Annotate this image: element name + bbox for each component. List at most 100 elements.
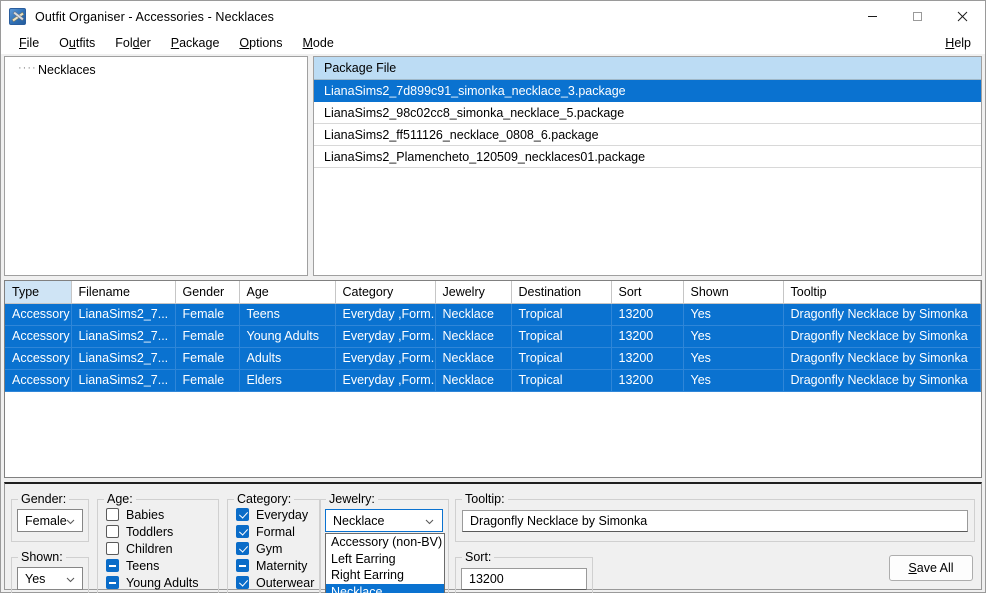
tree-item-necklaces[interactable]: ···· Necklaces (8, 61, 304, 78)
cell-jewelry[interactable]: Necklace (435, 325, 512, 348)
maximize-icon[interactable] (895, 1, 940, 32)
checkbox-label: Outerwear (256, 575, 315, 590)
menu-item-options[interactable]: Options (229, 34, 292, 52)
sort-group: Sort: 13200 (455, 550, 593, 593)
cell-gender[interactable]: Female (175, 369, 240, 392)
cell-filename[interactable]: LianaSims2_7... (71, 325, 176, 348)
cell-destination[interactable]: Tropical (511, 347, 612, 370)
column-header-age[interactable]: Age (239, 281, 336, 304)
cell-shown[interactable]: Yes (683, 347, 784, 370)
column-header-category[interactable]: Category (335, 281, 436, 304)
cell-sort[interactable]: 13200 (611, 303, 684, 326)
folder-tree-panel[interactable]: ···· Necklaces (4, 56, 308, 276)
dropdown-option[interactable]: Necklace (326, 583, 444, 593)
checkbox-category-maternity[interactable]: Maternity (236, 557, 320, 574)
cell-tooltip[interactable]: Dragonfly Necklace by Simonka (783, 369, 981, 392)
jewelry-dropdown-list[interactable]: Accessory (non-BV) Left Earring Right Ea… (325, 533, 445, 593)
menu-item-file[interactable]: File (9, 34, 49, 52)
column-header-shown[interactable]: Shown (683, 281, 784, 304)
table-row[interactable]: Accessory LianaSims2_7... Female Adults … (5, 347, 981, 370)
cell-shown[interactable]: Yes (683, 369, 784, 392)
checkbox-age-young-adults[interactable]: Young Adults (106, 574, 218, 591)
table-row[interactable]: Accessory LianaSims2_7... Female Young A… (5, 325, 981, 348)
cell-sort[interactable]: 13200 (611, 325, 684, 348)
cell-category[interactable]: Everyday ,Form... (335, 325, 436, 348)
title-bar: Outfit Organiser - Accessories - Necklac… (1, 1, 985, 32)
outfit-data-grid[interactable]: Type Filename Gender Age Category Jewelr… (4, 280, 982, 478)
checkbox-label: Maternity (256, 558, 308, 573)
cell-age[interactable]: Teens (239, 303, 336, 326)
dropdown-option[interactable]: Accessory (non-BV) (326, 534, 444, 551)
checkbox-age-babies[interactable]: Babies (106, 506, 218, 523)
minimize-icon[interactable] (850, 1, 895, 32)
cell-jewelry[interactable]: Necklace (435, 303, 512, 326)
cell-destination[interactable]: Tropical (511, 325, 612, 348)
list-item[interactable]: LianaSims2_Plamencheto_120509_necklaces0… (314, 146, 981, 168)
sort-input[interactable]: 13200 (461, 568, 587, 590)
list-item[interactable]: LianaSims2_ff511126_necklace_0808_6.pack… (314, 124, 981, 146)
cell-category[interactable]: Everyday ,Form... (335, 369, 436, 392)
cell-type[interactable]: Accessory (5, 347, 72, 370)
cell-age[interactable]: Elders (239, 369, 336, 392)
checkbox-category-everyday[interactable]: Everyday (236, 506, 320, 523)
menu-item-folder[interactable]: Folder (105, 34, 160, 52)
checkbox-age-children[interactable]: Children (106, 540, 218, 557)
cell-destination[interactable]: Tropical (511, 303, 612, 326)
cell-category[interactable]: Everyday ,Form... (335, 347, 436, 370)
cell-gender[interactable]: Female (175, 347, 240, 370)
chevron-down-icon (66, 514, 75, 528)
cell-shown[interactable]: Yes (683, 303, 784, 326)
table-row[interactable]: Accessory LianaSims2_7... Female Elders … (5, 369, 981, 392)
cell-sort[interactable]: 13200 (611, 347, 684, 370)
cell-type[interactable]: Accessory (5, 369, 72, 392)
cell-shown[interactable]: Yes (683, 325, 784, 348)
column-header-type[interactable]: Type (5, 281, 72, 304)
save-all-button[interactable]: Save All (889, 555, 973, 581)
checkbox-age-teens[interactable]: Teens (106, 557, 218, 574)
cell-destination[interactable]: Tropical (511, 369, 612, 392)
table-row[interactable]: Accessory LianaSims2_7... Female Teens E… (5, 303, 981, 326)
cell-category[interactable]: Everyday ,Form... (335, 303, 436, 326)
menu-item-outfits[interactable]: Outfits (49, 34, 105, 52)
column-header-jewelry[interactable]: Jewelry (435, 281, 512, 304)
workspace: ···· Necklaces Package File LianaSims2_7… (1, 54, 985, 593)
gender-select[interactable]: Female (17, 509, 83, 532)
close-icon[interactable] (940, 1, 985, 32)
checkbox-age-toddlers[interactable]: Toddlers (106, 523, 218, 540)
cell-sort[interactable]: 13200 (611, 369, 684, 392)
cell-age[interactable]: Young Adults (239, 325, 336, 348)
package-list-header[interactable]: Package File (314, 57, 981, 80)
cell-type[interactable]: Accessory (5, 303, 72, 326)
cell-tooltip[interactable]: Dragonfly Necklace by Simonka (783, 325, 981, 348)
cell-filename[interactable]: LianaSims2_7... (71, 369, 176, 392)
dropdown-option[interactable]: Left Earring (326, 551, 444, 568)
shown-select[interactable]: Yes (17, 567, 83, 590)
column-header-destination[interactable]: Destination (511, 281, 612, 304)
cell-type[interactable]: Accessory (5, 325, 72, 348)
cell-gender[interactable]: Female (175, 303, 240, 326)
column-header-sort[interactable]: Sort (611, 281, 684, 304)
column-header-tooltip[interactable]: Tooltip (783, 281, 981, 304)
dropdown-option[interactable]: Right Earring (326, 567, 444, 584)
cell-jewelry[interactable]: Necklace (435, 347, 512, 370)
jewelry-select[interactable]: Necklace (325, 509, 443, 532)
menu-item-package[interactable]: Package (161, 34, 230, 52)
cell-gender[interactable]: Female (175, 325, 240, 348)
cell-tooltip[interactable]: Dragonfly Necklace by Simonka (783, 347, 981, 370)
cell-filename[interactable]: LianaSims2_7... (71, 347, 176, 370)
column-header-filename[interactable]: Filename (71, 281, 176, 304)
cell-tooltip[interactable]: Dragonfly Necklace by Simonka (783, 303, 981, 326)
list-item[interactable]: LianaSims2_7d899c91_simonka_necklace_3.p… (314, 80, 981, 102)
menu-item-mode[interactable]: Mode (293, 34, 344, 52)
menu-item-help[interactable]: Help (935, 34, 985, 52)
list-item[interactable]: LianaSims2_98c02cc8_simonka_necklace_5.p… (314, 102, 981, 124)
cell-age[interactable]: Adults (239, 347, 336, 370)
package-list[interactable]: LianaSims2_7d899c91_simonka_necklace_3.p… (314, 80, 981, 275)
cell-jewelry[interactable]: Necklace (435, 369, 512, 392)
checkbox-category-formal[interactable]: Formal (236, 523, 320, 540)
checkbox-category-gym[interactable]: Gym (236, 540, 320, 557)
checkbox-category-outerwear[interactable]: Outerwear (236, 574, 320, 591)
cell-filename[interactable]: LianaSims2_7... (71, 303, 176, 326)
column-header-gender[interactable]: Gender (175, 281, 240, 304)
tooltip-input[interactable]: Dragonfly Necklace by Simonka (462, 510, 968, 532)
